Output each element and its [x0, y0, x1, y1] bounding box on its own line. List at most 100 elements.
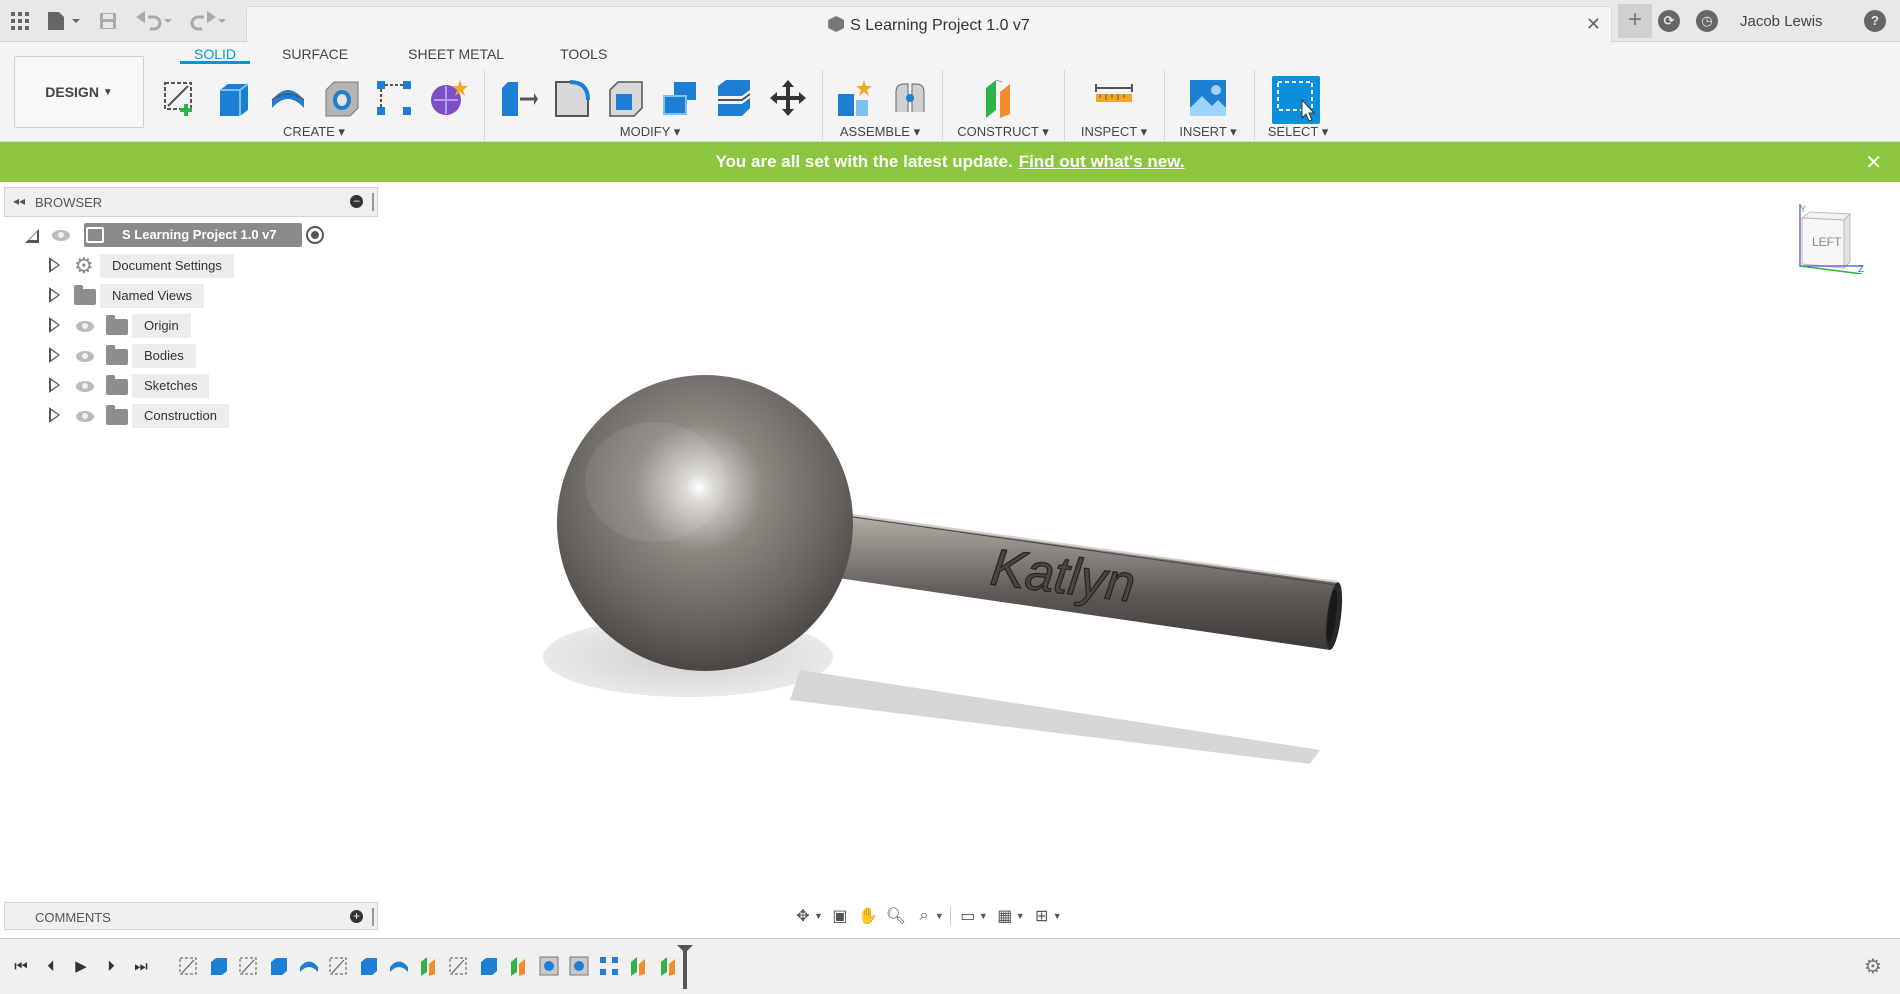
- caret-down-icon[interactable]: ▼: [979, 911, 988, 921]
- caret-down-icon[interactable]: ▼: [1016, 911, 1025, 921]
- go-to-start-icon[interactable]: ⏮: [12, 957, 30, 975]
- fillet-icon[interactable]: [550, 76, 594, 120]
- timeline-plane-feature-icon[interactable]: [658, 955, 680, 977]
- timeline-sketch-feature-icon[interactable]: [238, 955, 260, 977]
- browser-item-sketches[interactable]: Sketches: [0, 373, 300, 399]
- timeline-hole-feature-icon[interactable]: [568, 955, 590, 977]
- shell-icon[interactable]: [604, 76, 648, 120]
- file-icon[interactable]: [46, 9, 82, 33]
- go-to-end-icon[interactable]: ⏭: [132, 957, 150, 975]
- redo-icon[interactable]: [188, 9, 228, 33]
- inspect-menu[interactable]: INSPECT ▾: [1081, 124, 1147, 140]
- expand-triangle-icon[interactable]: [49, 377, 60, 393]
- job-status-icon[interactable]: ⟳: [1658, 10, 1680, 32]
- timeline-extrude-feature-icon[interactable]: [478, 955, 500, 977]
- panel-grip-icon[interactable]: [372, 193, 374, 211]
- timeline-sketch-feature-icon[interactable]: [328, 955, 350, 977]
- create-sketch-icon[interactable]: [160, 76, 204, 120]
- tab-tools[interactable]: TOOLS: [560, 42, 607, 64]
- insert-image-icon[interactable]: [1186, 76, 1230, 120]
- select-tool-icon[interactable]: [1272, 76, 1320, 124]
- expand-triangle-icon[interactable]: [49, 407, 60, 423]
- expand-triangle-icon[interactable]: [49, 347, 60, 363]
- browser-panel-header[interactable]: ◂◂ BROWSER –: [4, 187, 378, 217]
- create-menu[interactable]: CREATE ▾: [283, 124, 345, 140]
- undo-icon[interactable]: [134, 9, 174, 33]
- activate-component-icon[interactable]: [306, 226, 324, 244]
- grid-snap-icon[interactable]: ▦: [994, 906, 1016, 926]
- tab-solid[interactable]: SOLID: [180, 42, 250, 64]
- view-cube[interactable]: Y Z LEFT: [1792, 202, 1868, 275]
- extrude-icon[interactable]: [212, 76, 256, 120]
- insert-menu[interactable]: INSERT ▾: [1179, 124, 1236, 140]
- timeline-hole-feature-icon[interactable]: [538, 955, 560, 977]
- select-menu[interactable]: SELECT ▾: [1268, 124, 1328, 140]
- apps-grid-icon[interactable]: [8, 9, 32, 33]
- modify-menu[interactable]: MODIFY ▾: [620, 124, 680, 140]
- timeline-marker[interactable]: [683, 951, 687, 989]
- caret-down-icon[interactable]: ▼: [1053, 911, 1062, 921]
- move-icon[interactable]: [766, 76, 810, 120]
- timeline-sketch-feature-icon[interactable]: [448, 955, 470, 977]
- joint-icon[interactable]: [888, 76, 932, 120]
- construct-menu[interactable]: CONSTRUCT ▾: [957, 124, 1049, 140]
- notifications-icon[interactable]: ◷: [1696, 10, 1718, 32]
- pan-hand-icon[interactable]: ✋: [857, 906, 879, 926]
- visibility-eye-icon[interactable]: [76, 351, 94, 362]
- expand-triangle-icon[interactable]: [49, 257, 60, 273]
- press-pull-icon[interactable]: [496, 76, 540, 120]
- browser-item-origin[interactable]: Origin: [0, 313, 300, 339]
- zoom-icon[interactable]: 🔍︎: [885, 906, 907, 926]
- timeline-revolve-feature-icon[interactable]: [388, 955, 410, 977]
- close-banner-icon[interactable]: ✕: [1865, 150, 1882, 175]
- visibility-eye-icon[interactable]: [76, 411, 94, 422]
- timeline-plane-feature-icon[interactable]: [418, 955, 440, 977]
- visibility-eye-icon[interactable]: [76, 381, 94, 392]
- browser-item-named-views[interactable]: Named Views: [0, 283, 300, 309]
- panel-grip-icon[interactable]: [372, 908, 374, 926]
- split-body-icon[interactable]: [712, 76, 756, 120]
- step-forward-icon[interactable]: ⏵: [102, 957, 120, 975]
- look-at-icon[interactable]: ▣: [829, 906, 851, 926]
- orbit-icon[interactable]: ✥: [792, 906, 814, 926]
- expand-triangle-icon[interactable]: [49, 287, 60, 303]
- tab-surface[interactable]: SURFACE: [282, 42, 348, 64]
- offset-plane-icon[interactable]: [980, 76, 1024, 120]
- collapse-triangle-icon[interactable]: [25, 229, 39, 243]
- browser-root-node[interactable]: S Learning Project 1.0 v7: [0, 223, 340, 249]
- whats-new-link[interactable]: Find out what's new.: [1019, 152, 1185, 171]
- timeline-sketch-feature-icon[interactable]: [178, 955, 200, 977]
- caret-down-icon[interactable]: ▼: [814, 911, 823, 921]
- fit-zoom-icon[interactable]: ⌕: [913, 906, 935, 926]
- caret-down-icon[interactable]: ▼: [935, 911, 944, 921]
- step-back-icon[interactable]: ⏴: [42, 957, 60, 975]
- timeline-revolve-feature-icon[interactable]: [298, 955, 320, 977]
- minimize-browser-icon[interactable]: –: [350, 195, 363, 208]
- visibility-eye-icon[interactable]: [76, 321, 94, 332]
- revolve-icon[interactable]: [266, 76, 310, 120]
- timeline-settings-gear-icon[interactable]: ⚙: [1864, 957, 1884, 977]
- timeline-plane-feature-icon[interactable]: [508, 955, 530, 977]
- timeline-extrude-feature-icon[interactable]: [208, 955, 230, 977]
- combine-icon[interactable]: [658, 76, 702, 120]
- root-component-label[interactable]: S Learning Project 1.0 v7: [84, 223, 302, 247]
- measure-icon[interactable]: [1092, 76, 1136, 120]
- rectangular-pattern-icon[interactable]: [372, 76, 416, 120]
- hole-icon[interactable]: [320, 76, 364, 120]
- create-form-icon[interactable]: [426, 76, 470, 120]
- display-settings-icon[interactable]: ▭: [957, 906, 979, 926]
- comments-panel-header[interactable]: COMMENTS +: [4, 902, 378, 930]
- timeline-extrude-feature-icon[interactable]: [268, 955, 290, 977]
- collapse-panel-icon[interactable]: ◂◂: [13, 194, 25, 208]
- help-icon[interactable]: ?: [1864, 10, 1886, 32]
- timeline-plane-feature-icon[interactable]: [628, 955, 650, 977]
- browser-item-bodies[interactable]: Bodies: [0, 343, 300, 369]
- timeline-extrude-feature-icon[interactable]: [358, 955, 380, 977]
- save-icon[interactable]: [96, 9, 120, 33]
- new-tab-icon[interactable]: +: [1618, 4, 1652, 38]
- tab-sheet-metal[interactable]: SHEET METAL: [408, 42, 504, 64]
- expand-triangle-icon[interactable]: [49, 317, 60, 333]
- play-icon[interactable]: ▶: [72, 957, 90, 975]
- browser-item-document-settings[interactable]: ⚙ Document Settings: [0, 253, 300, 279]
- visibility-eye-icon[interactable]: [52, 230, 70, 241]
